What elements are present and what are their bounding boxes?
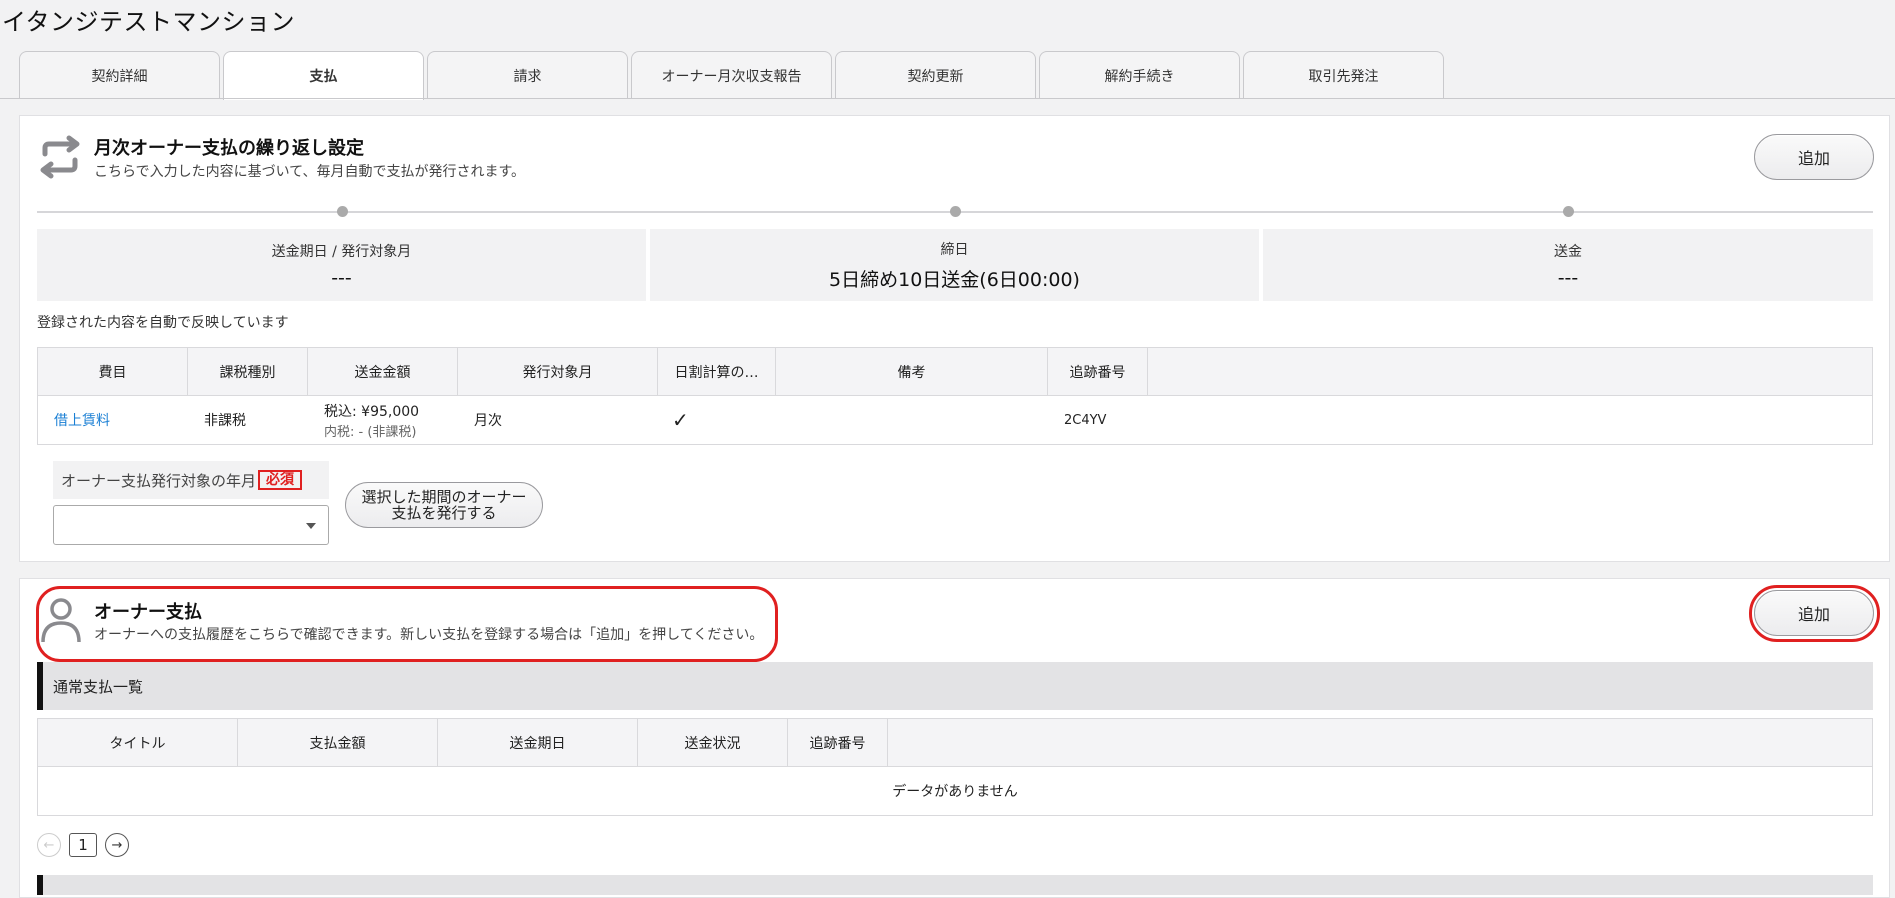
prev-page-icon[interactable]: ← <box>37 833 61 857</box>
auto-reflect-note: 登録された内容を自動で反映しています <box>37 315 289 331</box>
table-row: 借上賃料 非課税 税込: ¥95,000 内税: - (非課税) 月次 ✓ 2C… <box>38 396 1872 444</box>
column-header: 発行対象月 <box>458 348 658 395</box>
section-header: 通常支払一覧 <box>37 662 1873 710</box>
check-icon: ✓ <box>672 408 689 432</box>
empty-message: データがありません <box>892 784 1018 800</box>
required-badge: 必須 <box>258 470 303 490</box>
step-timeline <box>37 206 1873 217</box>
owner-payment-title: オーナー支払 <box>94 602 202 623</box>
tab-divider <box>0 98 1895 99</box>
empty-row: データがありません <box>38 767 1872 815</box>
step-label: 締日 <box>940 241 969 258</box>
recurring-title: 月次オーナー支払の繰り返し設定 <box>94 138 364 159</box>
column-header: 送金金額 <box>308 348 458 395</box>
tab-contract-renewal[interactable]: 契約更新 <box>835 51 1036 99</box>
table-header: 費目 課税種別 送金金額 発行対象月 日割計算の… 備考 追跡番号 <box>38 348 1872 396</box>
amount-value: 税込: ¥95,000 <box>324 403 420 420</box>
tax-type-cell: 非課税 <box>204 413 246 429</box>
next-section-header <box>37 875 1873 895</box>
column-header: 日割計算の… <box>658 348 776 395</box>
target-month-cell: 月次 <box>474 413 502 429</box>
tab-bar: 契約詳細 支払 請求 オーナー月次収支報告 契約更新 解約手続き 取引先発注 <box>19 51 1444 100</box>
column-header: 追跡番号 <box>788 719 888 766</box>
step-value: --- <box>331 267 352 289</box>
issue-payment-button[interactable]: 選択した期間のオーナー支払を発行する <box>345 482 543 528</box>
step-dot <box>1563 206 1574 217</box>
tab-billing[interactable]: 請求 <box>427 51 628 99</box>
recurring-add-button[interactable]: 追加 <box>1754 134 1874 180</box>
tab-payment[interactable]: 支払 <box>223 51 424 100</box>
step-transfer-due: 送金期日 / 発行対象月 --- <box>37 229 646 301</box>
step-value: --- <box>1557 267 1579 289</box>
memo-cell <box>776 396 1048 444</box>
column-header: 追跡番号 <box>1048 348 1148 395</box>
column-header: タイトル <box>38 719 238 766</box>
step-transfer: 送金 --- <box>1263 229 1873 301</box>
tab-cancellation[interactable]: 解約手続き <box>1039 51 1240 99</box>
next-page-icon[interactable]: → <box>105 833 129 857</box>
step-label: 送金 <box>1554 244 1582 260</box>
step-dot <box>337 206 348 217</box>
column-header: 送金期日 <box>438 719 638 766</box>
tab-vendor-orders[interactable]: 取引先発注 <box>1243 51 1444 99</box>
page-number[interactable]: 1 <box>69 833 97 857</box>
amount-sub: 内税: - (非課税) <box>324 424 417 440</box>
owner-payment-description: オーナーへの支払履歴をこちらで確認できます。新しい支払を登録する場合は「追加」を… <box>94 627 764 643</box>
owner-payment-table: タイトル 支払金額 送金期日 送金状況 追跡番号 データがありません <box>37 718 1873 816</box>
owner-payment-panel: オーナー支払 オーナーへの支払履歴をこちらで確認できます。新しい支払を登録する場… <box>19 578 1890 898</box>
user-icon <box>40 597 82 647</box>
issue-month-label: オーナー支払発行対象の年月 必須 <box>53 461 329 499</box>
pagination: ← 1 → <box>37 833 129 857</box>
tab-owner-monthly-report[interactable]: オーナー月次収支報告 <box>631 51 832 99</box>
recurring-table: 費目 課税種別 送金金額 発行対象月 日割計算の… 備考 追跡番号 借上賃料 非… <box>37 347 1873 445</box>
column-header: 送金状況 <box>638 719 788 766</box>
caret-down-icon <box>306 523 316 529</box>
recurring-description: こちらで入力した内容に基づいて、毎月自動で支払が発行されます。 <box>94 164 526 180</box>
item-link[interactable]: 借上賃料 <box>54 410 110 430</box>
tab-contract-details[interactable]: 契約詳細 <box>19 51 220 99</box>
step-label: 送金期日 / 発行対象月 <box>271 244 412 260</box>
step-closing-day: 締日 5日締め10日送金(6日00:00) <box>650 229 1259 301</box>
repeat-icon <box>37 134 83 184</box>
step-value: 5日締め10日送金(6日00:00) <box>829 268 1080 291</box>
column-header: 支払金額 <box>238 719 438 766</box>
table-header: タイトル 支払金額 送金期日 送金状況 追跡番号 <box>38 719 1872 767</box>
page-title: イタンジテストマンション <box>2 8 296 36</box>
issue-month-label-text: オーナー支払発行対象の年月 <box>61 471 257 490</box>
amount-cell: 税込: ¥95,000 内税: - (非課税) <box>308 396 458 444</box>
column-header: 備考 <box>776 348 1048 395</box>
tracking-cell: 2C4YV <box>1064 412 1107 428</box>
owner-payment-add-button[interactable]: 追加 <box>1754 590 1874 636</box>
issue-month-select[interactable] <box>53 505 329 545</box>
step-dot <box>950 206 961 217</box>
column-header: 課税種別 <box>188 348 308 395</box>
column-header: 費目 <box>38 348 188 395</box>
recurring-settings-panel: 月次オーナー支払の繰り返し設定 こちらで入力した内容に基づいて、毎月自動で支払が… <box>19 115 1890 562</box>
